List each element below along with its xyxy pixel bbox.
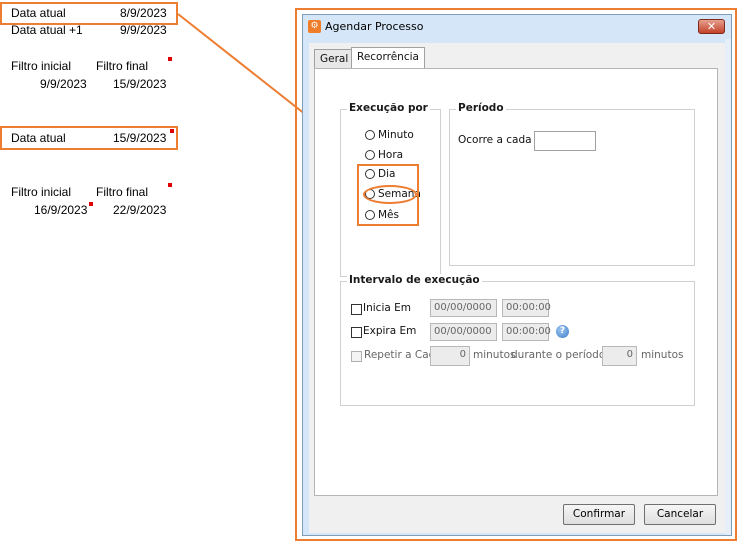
dialog-titlebar[interactable]: ⚙ Agendar Processo ✕ [303,15,731,39]
dialog-edge-strip [725,39,731,535]
dialog-title: Agendar Processo [325,20,424,33]
recorrencia-tab-pane: Execução por Minuto Hora Dia Semana Mês … [314,68,718,496]
repetir-checkbox[interactable] [351,351,362,362]
inicia-em-checkbox[interactable] [351,304,362,315]
expira-em-time-input[interactable]: 00:00:00 [502,323,551,341]
confirm-button[interactable]: Confirmar [563,504,635,525]
durante-periodo-input[interactable]: 0 [602,346,637,366]
highlight-semana-oval [363,185,417,204]
radio-minuto[interactable]: Minuto [365,129,414,141]
radio-circle[interactable] [365,150,375,160]
expira-em-checkbox[interactable] [351,327,362,338]
intervalo-execucao-title: Intervalo de execução [347,274,482,286]
minutos-label-2: minutos [641,349,684,361]
ocorre-a-cada-input[interactable] [534,131,596,151]
periodo-title: Período [456,102,506,114]
radio-label: Hora [378,149,404,161]
minutos-label: minutos [473,349,516,361]
tab-geral[interactable]: Geral [314,49,355,68]
cancel-button[interactable]: Cancelar [644,504,716,525]
ocorre-a-cada-label: Ocorre a cada [458,134,532,146]
radio-label: Minuto [378,129,414,141]
execucao-por-title: Execução por [347,102,430,114]
dialog-client-area: Geral Recorrência Execução por Minuto Ho… [309,43,725,533]
close-button[interactable]: ✕ [698,19,725,34]
agendar-processo-dialog: ⚙ Agendar Processo ✕ Geral Recorrência E… [302,14,732,536]
help-icon[interactable]: ? [556,325,569,338]
app-icon: ⚙ [308,20,321,33]
tab-recorrencia[interactable]: Recorrência [351,47,425,68]
inicia-em-label: Inicia Em [363,302,411,314]
inicia-em-date-input[interactable]: 00/00/0000 [430,299,497,317]
inicia-em-time-input[interactable]: 00:00:00 [502,299,551,317]
close-icon: ✕ [706,20,717,33]
radio-hora[interactable]: Hora [365,149,403,161]
expira-em-label: Expira Em [363,325,417,337]
expira-em-date-input[interactable]: 00/00/0000 [430,323,497,341]
radio-circle[interactable] [365,130,375,140]
repetir-a-cada-input[interactable]: 0 [430,346,470,366]
